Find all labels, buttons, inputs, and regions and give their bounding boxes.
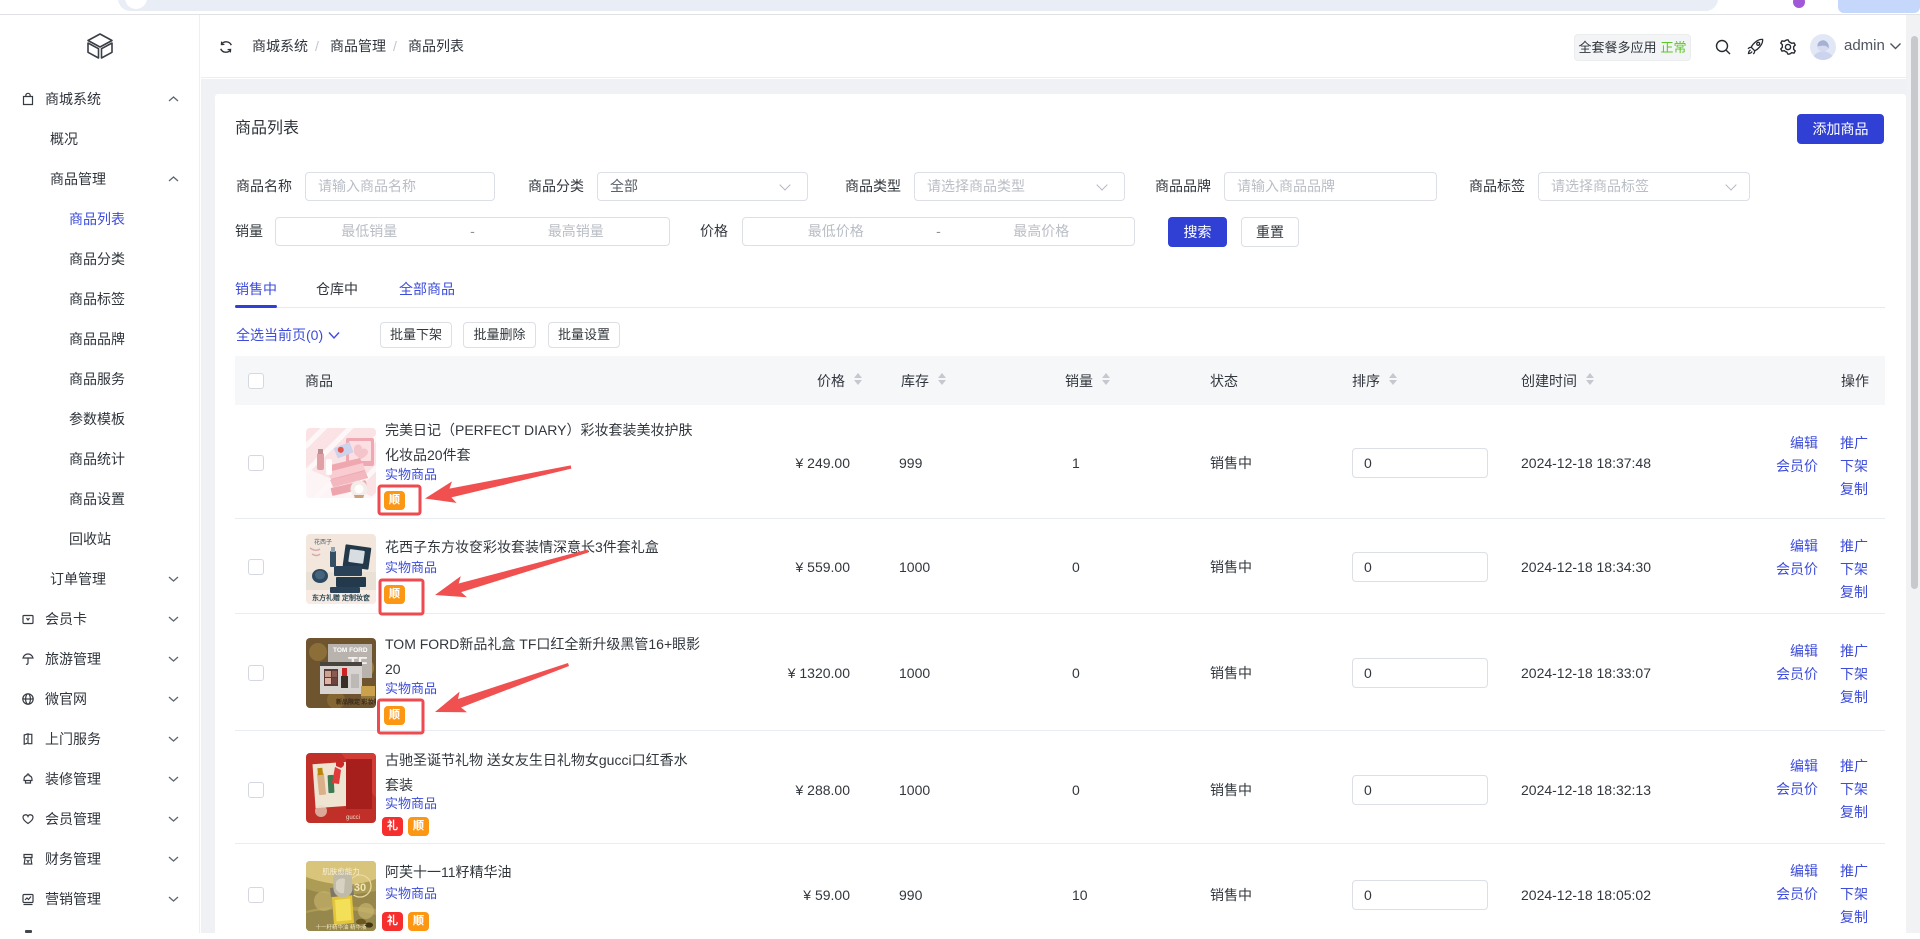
svg-text:新品限定 彩妆礼盒: 新品限定 彩妆礼盒 bbox=[336, 698, 376, 706]
svg-text:肌肤愈能力: 肌肤愈能力 bbox=[322, 866, 360, 876]
svg-text:TOM FORD: TOM FORD bbox=[333, 647, 368, 654]
svg-text:花西子: 花西子 bbox=[314, 538, 332, 546]
svg-text:gucci: gucci bbox=[346, 815, 360, 821]
svg-text:十一籽精华油 精华液: 十一籽精华油 精华液 bbox=[315, 923, 367, 931]
svg-text:30: 30 bbox=[354, 882, 366, 894]
svg-text:东方礼赠 定制妆奁: 东方礼赠 定制妆奁 bbox=[312, 593, 371, 602]
